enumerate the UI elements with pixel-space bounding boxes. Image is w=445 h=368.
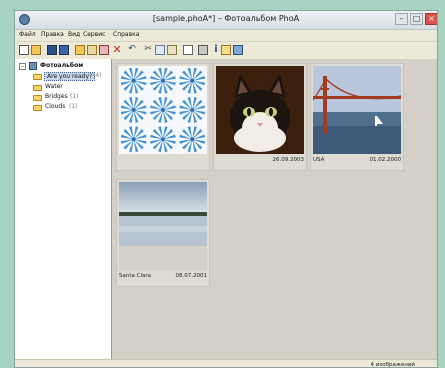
folder-icon bbox=[33, 74, 42, 80]
menu-tools[interactable]: Сервис bbox=[83, 31, 105, 38]
notes-icon[interactable] bbox=[221, 45, 231, 55]
menu-edit[interactable]: Правка bbox=[41, 31, 64, 38]
thumbnail[interactable]: USA 01.02.2000 bbox=[310, 63, 404, 171]
tree-item-clouds[interactable]: Clouds bbox=[45, 103, 65, 110]
album-icon bbox=[29, 62, 37, 70]
thumbnail[interactable] bbox=[116, 63, 210, 171]
menu-bar: Файл Правка Вид Сервис Справка bbox=[15, 29, 437, 42]
thumbnail[interactable]: 26.09.2003 bbox=[213, 63, 307, 171]
collapse-icon[interactable]: – bbox=[19, 63, 26, 70]
new-picture-icon[interactable] bbox=[87, 45, 97, 55]
maximize-button[interactable]: □ bbox=[410, 13, 423, 25]
tree-item-label: Are you ready? bbox=[47, 73, 93, 80]
save-all-icon[interactable] bbox=[59, 45, 69, 55]
toolbar: ✕ ↶ ✂ i bbox=[15, 42, 437, 60]
thumbnail-image bbox=[119, 66, 207, 154]
cut-icon[interactable]: ✂ bbox=[143, 45, 153, 55]
new-file-icon[interactable] bbox=[19, 45, 29, 55]
folder-icon bbox=[33, 85, 42, 91]
folder-tree[interactable]: – Фотоальбом Are you ready? (4) Water Br… bbox=[15, 59, 112, 359]
thumbnail-image bbox=[216, 66, 304, 154]
copy-icon[interactable] bbox=[155, 45, 165, 55]
tree-item-count: (1) bbox=[70, 93, 79, 100]
tree-root-label[interactable]: Фотоальбом bbox=[40, 62, 83, 69]
tree-item-count: (1) bbox=[69, 103, 78, 110]
menu-view[interactable]: Вид bbox=[68, 31, 80, 38]
open-folder-icon[interactable] bbox=[31, 45, 41, 55]
undo-icon[interactable]: ↶ bbox=[127, 45, 137, 55]
tree-item-count: (4) bbox=[93, 72, 102, 79]
menu-file[interactable]: Файл bbox=[19, 31, 36, 38]
title-bar: [sample.phoA*] – Фотоальбом PhoA – □ × bbox=[15, 11, 437, 30]
properties-icon[interactable] bbox=[183, 45, 193, 55]
thumbnail-image bbox=[313, 66, 401, 154]
thumbnail-image bbox=[119, 182, 207, 270]
menu-help[interactable]: Справка bbox=[113, 31, 139, 38]
status-bar: 4 изображений bbox=[15, 359, 437, 368]
thumbnail[interactable]: Santa Clara 08.07.2001 bbox=[116, 179, 210, 287]
tree-item-water[interactable]: Water bbox=[45, 83, 63, 90]
window-title: [sample.phoA*] – Фотоальбом PhoA bbox=[152, 14, 300, 23]
thumbnail-view[interactable]: 26.09.2003 USA 01.02.2000 Santa Clara 08… bbox=[112, 59, 437, 359]
folder-icon bbox=[33, 95, 42, 101]
app-window: [sample.phoA*] – Фотоальбом PhoA – □ × Ф… bbox=[14, 10, 438, 368]
edit-icon[interactable] bbox=[99, 45, 109, 55]
status-text: 4 изображений bbox=[370, 362, 415, 368]
help-icon[interactable] bbox=[233, 45, 243, 55]
delete-icon[interactable]: ✕ bbox=[112, 44, 122, 55]
view-icon[interactable] bbox=[198, 45, 208, 55]
minimize-button[interactable]: – bbox=[395, 13, 408, 25]
folder-icon bbox=[33, 105, 42, 111]
save-icon[interactable] bbox=[47, 45, 57, 55]
info-icon[interactable]: i bbox=[211, 45, 221, 55]
tree-item-bridges[interactable]: Bridges bbox=[45, 93, 68, 100]
new-group-icon[interactable] bbox=[75, 45, 85, 55]
tree-item-are-you-ready[interactable]: Are you ready? bbox=[44, 72, 96, 81]
paste-icon[interactable] bbox=[167, 45, 177, 55]
close-button[interactable]: × bbox=[425, 13, 437, 25]
